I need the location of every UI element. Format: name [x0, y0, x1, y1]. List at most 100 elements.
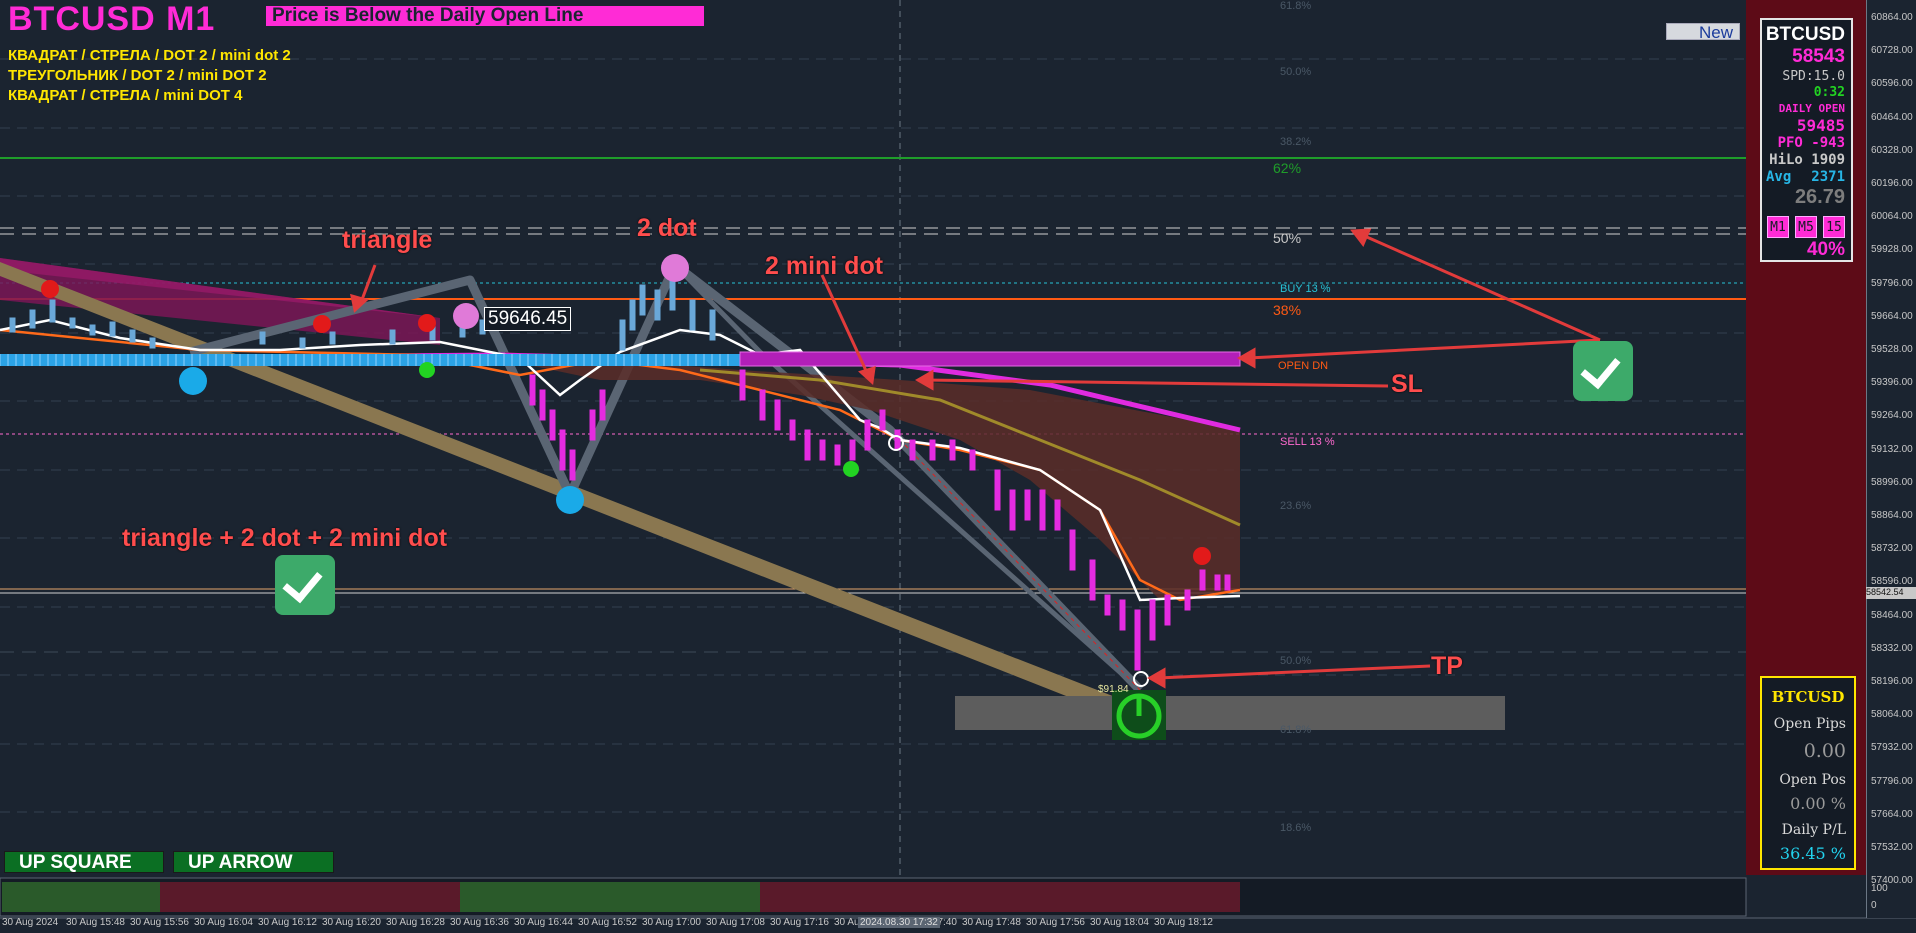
time-axis-label: 30 Aug 16:04 — [194, 917, 253, 928]
chart-title: BTCUSD M1 — [8, 0, 216, 38]
fib-label: 50.0% — [1280, 66, 1312, 78]
annotation-2-mini-dot: 2 mini dot — [765, 252, 884, 280]
tf-m1-button[interactable]: M1 — [1767, 216, 1789, 238]
tp-zone — [955, 696, 1505, 730]
price-axis-label: 58732.00 — [1871, 543, 1913, 555]
blue-square-band — [0, 351, 1241, 367]
time-axis-label: 30 Aug 18:04 — [1090, 917, 1149, 928]
time-axis-label: 30 Aug 15:48 — [66, 917, 125, 928]
price-axis-label: 58864.00 — [1871, 510, 1913, 521]
percent-value: 40% — [1806, 239, 1845, 260]
time-axis-label: 30 Aug 16:20 — [322, 917, 381, 928]
fib-label: 23.6% — [1280, 500, 1312, 512]
blue-dot — [556, 486, 584, 514]
time-axis-label: 30 Aug 15:56 — [130, 917, 189, 928]
price-axis-label: 58996.00 — [1871, 476, 1913, 488]
price-axis-label: 59664.00 — [1871, 310, 1913, 322]
fib-label: 50.0% — [1280, 655, 1312, 667]
tf-15-button[interactable]: 15 — [1823, 216, 1845, 238]
time-axis-label: 30 Aug 16:36 — [450, 917, 509, 928]
price-axis-label: 57796.00 — [1871, 775, 1913, 787]
current-price-tag: 58542.54 — [1866, 587, 1916, 599]
annotation-2-dot: 2 dot — [637, 214, 697, 242]
up-arrow-button[interactable]: UP ARROW — [173, 851, 334, 873]
red-dot — [1193, 547, 1211, 565]
pink-dot — [661, 254, 689, 282]
daily-pl-label: Daily P/L — [1781, 822, 1846, 838]
open-dn-label: OPEN DN — [1278, 360, 1329, 372]
avg-value: 2371 — [1811, 169, 1845, 185]
price-axis-label: 58464.00 — [1871, 609, 1913, 621]
target-label: $91.84 — [1098, 684, 1129, 695]
sell-line-label: SELL 13 % — [1280, 436, 1335, 448]
avg-label: Avg — [1766, 169, 1792, 185]
daily-open-value: 59485 — [1796, 116, 1845, 135]
check-icon — [1573, 341, 1633, 401]
tf-m5-button[interactable]: M5 — [1795, 216, 1817, 238]
fib-62-label: 62% — [1273, 160, 1302, 176]
annotation-tp: TP — [1431, 652, 1463, 680]
time-axis-label: 30 Aug 17:56 — [1026, 917, 1085, 928]
fib-50-label: 50% — [1273, 230, 1302, 246]
check-icon — [275, 555, 335, 615]
open-pos-label: Open Pos — [1779, 772, 1846, 788]
daily-open-label: DAILY OPEN — [1778, 102, 1845, 115]
green-dot — [419, 362, 435, 378]
account-symbol: BTCUSD — [1771, 688, 1845, 706]
condition-line-3: КВАДРАТ / СТРЕЛА / mini DOT 4 — [8, 87, 243, 104]
status-message: Price is Below the Daily Open Line — [266, 6, 704, 26]
price-axis-label: 60728.00 — [1871, 45, 1913, 57]
info-timer: 0:32 — [1813, 85, 1845, 100]
fib-38-label: 38% — [1273, 302, 1302, 318]
fib-label: 61.8% — [1280, 724, 1312, 736]
green-dot — [843, 461, 859, 477]
open-pips-label: Open Pips — [1773, 716, 1846, 732]
time-axis-label: 30 Aug 2024 — [2, 917, 59, 928]
info-panel: BTCUSD 58543 SPD:15.0 0:32 DAILY OPEN 59… — [1760, 18, 1853, 262]
annotation-combo: triangle + 2 dot + 2 mini dot — [122, 524, 448, 552]
info-price: 58543 — [1792, 46, 1845, 67]
time-axis-label: 30 Aug 16:28 — [386, 917, 445, 928]
new-button[interactable]: New — [1666, 23, 1740, 41]
open-pos-value: 0.00 % — [1790, 794, 1846, 813]
price-axis-label: 57532.00 — [1871, 842, 1913, 853]
time-axis-label: 30 Aug 17:08 — [706, 917, 765, 928]
price-axis-label: 58596.00 — [1871, 576, 1913, 588]
price-axis-label: 59396.00 — [1871, 377, 1913, 389]
price-label: 59646.45 — [484, 307, 572, 331]
price-axis-label: 57664.00 — [1871, 808, 1913, 820]
pink-dot — [453, 303, 479, 329]
time-axis-label: 30 Aug 17:16 — [770, 917, 829, 928]
red-dot — [418, 314, 436, 332]
blue-dot — [179, 367, 207, 395]
metric-value: 26.79 — [1794, 186, 1845, 208]
condition-line-1: КВАДРАТ / СТРЕЛА / DOT 2 / mini dot 2 — [8, 47, 291, 64]
pfo-value: PFO -943 — [1777, 135, 1845, 151]
price-axis-label: 58064.00 — [1871, 709, 1913, 721]
price-axis-label: 60464.00 — [1871, 111, 1913, 123]
price-chart[interactable] — [0, 0, 1916, 933]
fib-label: 38.2% — [1280, 136, 1312, 148]
price-axis-label: 59928.00 — [1871, 244, 1913, 256]
price-axis-label: 60596.00 — [1871, 78, 1913, 90]
condition-line-2: ТРЕУГОЛЬНИК / DOT 2 / mini DOT 2 — [8, 67, 267, 84]
red-dot — [41, 280, 59, 298]
time-axis-label: 30 Aug 17:00 — [642, 917, 701, 928]
time-axis-label: 30 Aug 16:52 — [578, 917, 637, 928]
price-axis-label: 58332.00 — [1871, 642, 1913, 654]
annotation-sl: SL — [1391, 370, 1423, 398]
hilo-value: HiLo 1909 — [1769, 152, 1845, 168]
fib-label: 18.6% — [1280, 822, 1312, 834]
price-axis-label: 59528.00 — [1871, 344, 1913, 355]
buy-line-label: BUY 13 % — [1280, 283, 1331, 295]
time-axis-label: 30 Aug 17:48 — [962, 917, 1021, 928]
fib-label: 61.8% — [1280, 0, 1312, 12]
up-square-button[interactable]: UP SQUARE — [4, 851, 164, 873]
info-spread: SPD:15.0 — [1782, 69, 1845, 84]
info-symbol: BTCUSD — [1765, 24, 1845, 45]
price-axis-label: 59264.00 — [1871, 410, 1913, 422]
price-axis-label: 60064.00 — [1871, 211, 1913, 223]
open-pips-value: 0.00 — [1803, 740, 1846, 762]
price-axis-label: 59796.00 — [1871, 277, 1913, 289]
price-axis-label: 58196.00 — [1871, 676, 1913, 687]
